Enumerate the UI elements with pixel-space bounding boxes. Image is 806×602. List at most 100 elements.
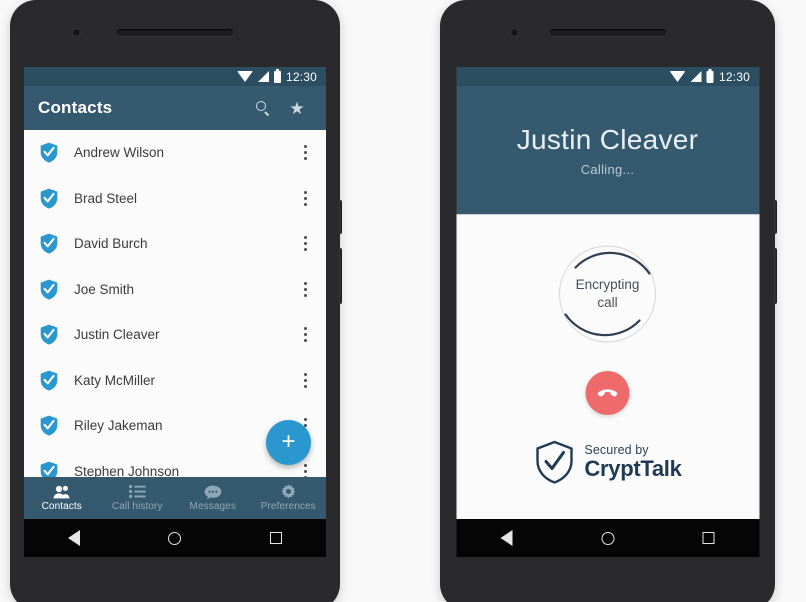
home-icon [601, 531, 614, 545]
plus-icon: + [281, 427, 296, 455]
contacts-list[interactable]: Andrew Wilson Brad Steel David Burch Joe Sm… [24, 130, 326, 477]
kebab-menu-icon[interactable] [294, 140, 316, 166]
nav-item-label: Preferences [260, 501, 316, 512]
kebab-menu-icon[interactable] [294, 276, 316, 302]
front-camera-icon [510, 28, 519, 37]
call-status-text: Calling... [580, 161, 635, 177]
add-contact-fab[interactable]: + [266, 420, 311, 465]
bottom-navigation: Contacts Call history Messages Preferences [24, 477, 326, 519]
nav-item-preferences[interactable]: Preferences [251, 477, 327, 519]
shield-check-icon [40, 233, 58, 254]
power-button[interactable] [774, 248, 777, 304]
signal-icon [257, 71, 269, 82]
recents-icon [269, 532, 282, 544]
contact-row[interactable]: Joe Smith [24, 267, 326, 313]
hangup-phone-icon [597, 389, 618, 397]
call-header: Justin Cleaver Calling... [456, 86, 759, 215]
phone-screen-right: 12:30 Justin Cleaver Calling... Encrypti… [456, 67, 759, 557]
status-bar: 12:30 [24, 67, 326, 86]
signal-icon [690, 71, 702, 82]
wifi-icon [669, 71, 686, 82]
star-icon: ★ [289, 98, 305, 118]
wifi-icon [236, 71, 253, 82]
nav-item-contacts[interactable]: Contacts [24, 477, 100, 519]
shield-check-icon [40, 324, 58, 345]
android-navigation-bar [24, 519, 326, 557]
crypttalk-branding: Secured by CryptTalk [533, 439, 682, 485]
recents-icon [702, 532, 715, 544]
front-camera-icon [72, 28, 81, 37]
search-icon [256, 101, 270, 115]
contact-name: Brad Steel [74, 190, 138, 206]
nav-item-label: Call history [111, 501, 163, 512]
kebab-menu-icon[interactable] [294, 231, 316, 257]
gear-icon [281, 484, 296, 499]
shield-check-icon [40, 370, 58, 391]
status-bar-clock: 12:30 [718, 69, 750, 84]
contact-name: Stephen Johnson [74, 463, 180, 477]
page-title: Contacts [38, 98, 113, 117]
back-icon [68, 530, 81, 546]
encrypting-spinner: Encrypting call [550, 236, 666, 352]
contact-row[interactable]: David Burch [24, 221, 326, 267]
encrypting-label: Encrypting call [576, 276, 640, 311]
shield-check-icon [40, 461, 58, 477]
app-toolbar: Contacts ★ [24, 86, 326, 130]
battery-icon [706, 68, 714, 83]
kebab-menu-icon[interactable] [294, 367, 316, 393]
contact-row[interactable]: Brad Steel [24, 176, 326, 222]
phone-device-call: 12:30 Justin Cleaver Calling... Encrypti… [440, 0, 777, 602]
earpiece-speaker [549, 29, 666, 36]
contact-name: Justin Cleaver [74, 327, 160, 343]
brand-tagline: Secured by [584, 442, 649, 457]
status-bar: 12:30 [456, 67, 759, 86]
contact-name: David Burch [74, 236, 148, 252]
contact-row[interactable]: Katy McMiller [24, 358, 326, 404]
back-button[interactable] [66, 530, 82, 546]
contact-row[interactable]: Justin Cleaver [24, 312, 326, 358]
chat-bubble-icon [204, 484, 222, 499]
nav-item-label: Contacts [41, 501, 82, 512]
encrypting-line-1: Encrypting [575, 277, 640, 293]
home-button[interactable] [167, 530, 183, 546]
phone-device-contacts: 12:30 Contacts ★ Andrew Wilson Brad Steel… [10, 0, 342, 602]
home-button[interactable] [600, 530, 616, 546]
kebab-menu-icon[interactable] [294, 322, 316, 348]
encrypting-line-2: call [597, 295, 618, 310]
nav-item-messages[interactable]: Messages [175, 477, 251, 519]
contact-name: Joe Smith [74, 281, 135, 297]
shield-check-icon [40, 188, 58, 209]
people-icon [53, 484, 70, 499]
call-body: Encrypting call Secured by CryptTalk [456, 215, 759, 519]
recents-button[interactable] [701, 530, 717, 546]
favorites-button[interactable]: ★ [280, 91, 314, 125]
callee-name: Justin Cleaver [516, 123, 699, 155]
hangup-button[interactable] [585, 371, 630, 415]
earpiece-speaker [117, 29, 233, 36]
list-icon [128, 484, 146, 499]
shield-check-outline-icon [536, 440, 573, 484]
recents-button[interactable] [268, 530, 284, 546]
volume-button[interactable] [774, 200, 777, 234]
back-button[interactable] [499, 530, 515, 546]
contact-row[interactable]: Andrew Wilson [24, 130, 326, 176]
brand-name: CryptTalk [584, 456, 682, 482]
contact-name: Riley Jakeman [74, 418, 163, 434]
back-icon [500, 530, 513, 546]
android-navigation-bar [456, 519, 759, 557]
contact-name: Andrew Wilson [74, 145, 165, 161]
phone-screen-left: 12:30 Contacts ★ Andrew Wilson Brad Steel… [24, 67, 326, 557]
contact-name: Katy McMiller [74, 372, 156, 388]
battery-icon [273, 68, 281, 83]
search-button[interactable] [246, 91, 280, 125]
power-button[interactable] [339, 248, 342, 304]
screenshot-root: 12:30 Contacts ★ Andrew Wilson Brad Steel… [0, 0, 806, 602]
kebab-menu-icon[interactable] [294, 185, 316, 211]
volume-button[interactable] [339, 200, 342, 234]
shield-check-icon [40, 415, 58, 436]
status-bar-clock: 12:30 [285, 69, 317, 84]
shield-check-icon [40, 142, 58, 163]
shield-check-icon [40, 279, 58, 300]
home-icon [168, 531, 182, 545]
nav-item-call-history[interactable]: Call history [100, 477, 176, 519]
